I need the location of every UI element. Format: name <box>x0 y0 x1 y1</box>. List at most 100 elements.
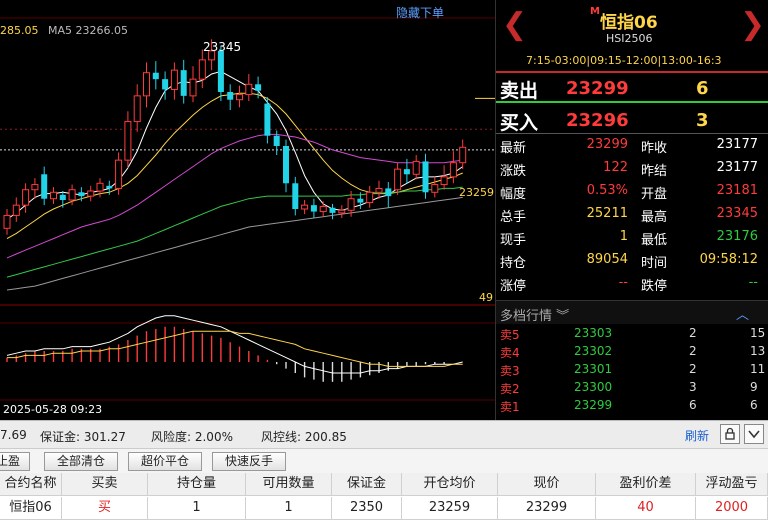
candle-body <box>124 121 132 161</box>
sell-label: 卖出 <box>500 80 539 102</box>
column-header[interactable]: 可用数量 <box>246 473 332 496</box>
column-header[interactable]: 买卖 <box>62 473 148 496</box>
table-cell[interactable]: 2350 <box>332 497 402 520</box>
candle-body <box>264 103 271 136</box>
kline-chart[interactable]: 隐藏下单 285.05 MA5 23266.05 23345 23259 49 … <box>0 0 495 420</box>
table-cell[interactable]: 1 <box>246 497 332 520</box>
depth-cumulative: 9 <box>750 380 758 394</box>
ma-line <box>6 196 463 291</box>
depth-cumulative: 13 <box>750 344 766 358</box>
depth-level-label: 卖2 <box>500 382 520 396</box>
trading-window: 隐藏下单 285.05 MA5 23266.05 23345 23259 49 … <box>0 0 768 520</box>
column-header[interactable]: 保证金 <box>332 473 402 496</box>
depth-price: 23302 <box>574 344 613 358</box>
candle-body <box>301 204 309 210</box>
depth-row[interactable]: 卖5 23303 2 15 <box>496 326 768 344</box>
candle-body <box>283 146 289 184</box>
stats-divider <box>496 133 768 134</box>
sell-row: 卖出 23299 6 <box>496 74 768 102</box>
stat-label: 总手 <box>500 210 527 225</box>
candle-body <box>133 95 141 123</box>
stat-value: 122 <box>603 160 628 175</box>
stat-value: 23176 <box>716 229 758 244</box>
table-cell[interactable]: 买 <box>62 497 148 520</box>
stat-value: -- <box>748 275 758 290</box>
column-header[interactable]: 浮动盈亏 <box>696 473 768 496</box>
column-header[interactable]: 合约名称 <box>0 473 62 496</box>
depth-row[interactable]: 卖2 23300 3 9 <box>496 380 768 398</box>
margin-text: 保证金: 301.27 <box>40 430 126 444</box>
candle-body <box>78 192 85 197</box>
close-all-button[interactable]: 全部清仓 <box>44 452 118 471</box>
take-profit-button[interactable]: 止盈 <box>0 452 30 471</box>
depth-quantity: 2 <box>689 344 697 358</box>
candle-body <box>403 169 410 175</box>
quick-reverse-button[interactable]: 快速反手 <box>212 452 286 471</box>
table-cell[interactable]: 2000 <box>696 497 768 520</box>
column-header[interactable]: 开仓均价 <box>402 473 498 496</box>
stat-value: 23181 <box>716 183 758 198</box>
depth-price: 23300 <box>574 380 613 394</box>
stat-label: 最高 <box>641 210 668 225</box>
column-header[interactable]: 现价 <box>498 473 596 496</box>
column-header[interactable]: 盈利价差 <box>596 473 696 496</box>
candle-body <box>440 176 448 186</box>
table-cell[interactable]: 23299 <box>498 497 596 520</box>
column-header[interactable]: 持仓量 <box>148 473 246 496</box>
prev-contract-icon[interactable]: ❮ <box>502 10 527 40</box>
candle-body <box>106 185 113 189</box>
candle-body <box>12 204 20 216</box>
depth-quantity: 2 <box>689 326 697 340</box>
candle-body <box>143 72 150 97</box>
ma-legend: 285.05 MA5 23266.05 <box>0 24 128 37</box>
depth-price: 23301 <box>574 362 613 376</box>
stat-value: 23299 <box>586 137 628 152</box>
candle-body <box>152 72 159 80</box>
table-cell[interactable]: 40 <box>596 497 696 520</box>
candle-body <box>59 194 66 200</box>
account-partial-value: 7.69 <box>0 428 27 442</box>
candle-body <box>310 205 317 212</box>
sell-price: 23299 <box>566 78 629 99</box>
table-cell[interactable]: 23259 <box>402 497 498 520</box>
depth-header[interactable]: 多档行情 ︾ ︿ <box>496 300 768 324</box>
dif-line <box>6 315 463 374</box>
depth-row[interactable]: 卖4 23302 2 13 <box>496 344 768 362</box>
depth-row[interactable]: 卖1 23299 6 6 <box>496 398 768 416</box>
depth-row[interactable]: 卖3 23301 2 11 <box>496 362 768 380</box>
risk-text: 风险度: 2.00% <box>151 430 233 444</box>
stat-value: 1 <box>619 229 628 244</box>
candle-body <box>366 191 374 204</box>
candle-body <box>412 160 420 175</box>
account-bar: 7.69 保证金: 301.27 风险度: 2.00% 风控线: 200.85 … <box>0 420 768 448</box>
stat-label: 幅度 <box>500 187 527 202</box>
refresh-button[interactable]: 刷新 <box>685 427 709 444</box>
candle-body <box>338 209 346 214</box>
buy-volume: 3 <box>696 110 709 131</box>
hide-order-link[interactable]: 隐藏下单 <box>396 4 444 21</box>
next-contract-icon[interactable]: ❯ <box>740 10 765 40</box>
super-close-button[interactable]: 超价平仓 <box>128 452 202 471</box>
candle-body <box>347 198 355 211</box>
candle-body <box>180 70 187 96</box>
lock-icon[interactable] <box>720 424 740 444</box>
ma5-legend: MA5 23266.05 <box>48 24 128 37</box>
collapse-depth-icon[interactable]: ︿ <box>736 304 749 323</box>
candle-body <box>273 135 280 146</box>
table-cell[interactable]: 恒指06 <box>0 497 62 520</box>
positions-table: 合约名称 买卖 持仓量 可用数量 保证金 开仓均价 现价 盈利价差 浮动盈亏 恒指06 买 1 1 235… <box>0 473 768 520</box>
quote-header: ❮ M 恒指06 HSI2506 ❯ <box>496 0 768 50</box>
chevron-down-icon[interactable] <box>744 424 764 444</box>
depth-quantity: 2 <box>689 362 697 376</box>
candle-body <box>329 207 336 213</box>
candle-body <box>96 182 104 192</box>
table-cell[interactable]: 1 <box>148 497 246 520</box>
candle-body <box>292 183 299 209</box>
stat-label: 跌停 <box>641 279 668 294</box>
candle-body <box>31 184 39 191</box>
candle-body <box>162 79 169 90</box>
stat-label: 持仓 <box>500 256 527 271</box>
indicator-scale-value: 49 <box>479 291 493 304</box>
contract-code: HSI2506 <box>606 32 653 45</box>
depth-quantity: 6 <box>689 398 697 412</box>
